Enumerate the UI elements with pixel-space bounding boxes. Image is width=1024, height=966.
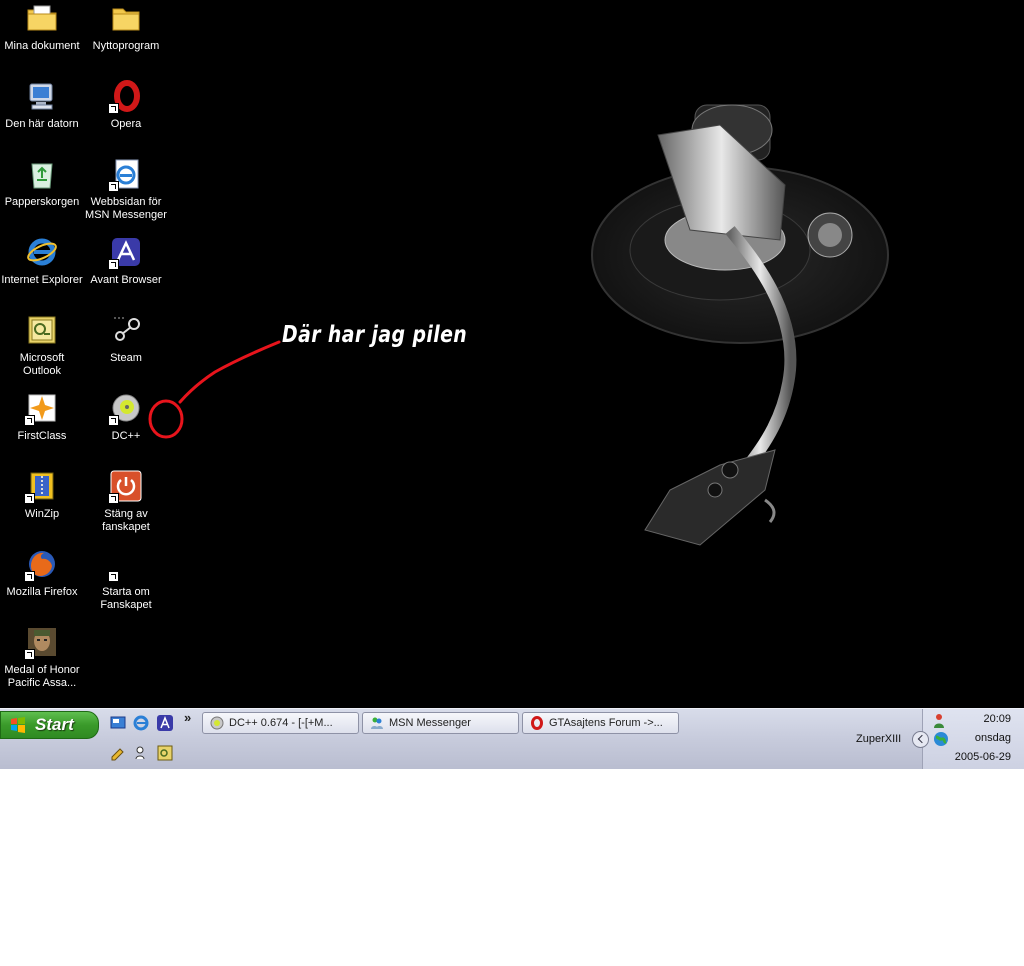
task-button-gtasajtens-forum[interactable]: GTAsajtens Forum ->... (522, 712, 679, 734)
desktop-icon-starta-om[interactable]: Starta om Fanskapet (84, 548, 168, 612)
tray-expand-icon[interactable] (912, 731, 929, 748)
desktop-icon-winzip[interactable]: WinZip (0, 470, 84, 521)
shortcut-arrow-icon (24, 571, 35, 582)
desktop-icon-stang-av[interactable]: Stäng av fanskapet (84, 470, 168, 534)
messenger-buddy-icon[interactable] (133, 745, 149, 761)
show-desktop-icon[interactable] (110, 715, 126, 731)
desktop-icon-mozilla-firefox[interactable]: Mozilla Firefox (0, 548, 84, 599)
task-label: GTAsajtens Forum ->... (549, 717, 663, 729)
winzip-icon (24, 470, 58, 504)
power-off-icon (108, 470, 142, 504)
network-globe-icon[interactable] (933, 731, 949, 747)
start-button[interactable]: Start (0, 711, 99, 739)
outlook-icon[interactable] (157, 745, 173, 761)
taskbar: Start » DC++ 0.674 - [-[+M... MSN Messen… (0, 708, 1024, 769)
clock-time[interactable]: 20:09 (983, 713, 1011, 725)
firefox-icon (24, 548, 58, 582)
annotation-arrow (148, 340, 281, 439)
start-label: Start (35, 715, 74, 734)
desktop: Mina dokument Den här datorn Papperskorg… (0, 0, 1024, 708)
desktop-icon-label: Starta om Fanskapet (100, 586, 152, 611)
system-tray: 20:09 onsdag 2005-06-29 (912, 709, 1024, 769)
internet-explorer-icon[interactable] (133, 715, 149, 731)
desktop-icon-label: Medal of Honor Pacific Assa... (4, 664, 80, 689)
task-button-dcpp[interactable]: DC++ 0.674 - [-[+M... (202, 712, 359, 734)
pencil-icon[interactable] (110, 745, 126, 761)
msn-status-icon[interactable] (933, 713, 949, 729)
desktop-icon-label: WinZip (24, 508, 60, 520)
task-button-msn-messenger[interactable]: MSN Messenger (362, 712, 519, 734)
restart-shortcut-icon (108, 548, 142, 582)
toolbar-user-label: ZuperXIII (856, 733, 902, 745)
task-label: DC++ 0.674 - [-[+M... (229, 717, 333, 729)
shortcut-arrow-icon (108, 493, 119, 504)
turntable-wallpaper (591, 104, 889, 546)
shortcut-arrow-icon (108, 571, 119, 582)
dcpp-icon (210, 716, 224, 730)
medal-of-honor-icon (24, 626, 58, 660)
clock-day[interactable]: onsdag (975, 732, 1011, 744)
msn-buddy-icon (371, 717, 383, 729)
windows-logo-icon (11, 717, 25, 733)
quicklaunch-overflow-button[interactable]: » (184, 710, 191, 725)
shortcut-arrow-icon (24, 493, 35, 504)
shortcut-arrow-icon (24, 649, 35, 660)
opera-icon (531, 716, 543, 730)
avant-browser-icon[interactable] (157, 715, 173, 731)
desktop-icon-label: Stäng av fanskapet (102, 508, 150, 533)
annotation-text: Där har jag pilen (282, 322, 468, 348)
desktop-icon-label: Mozilla Firefox (6, 586, 78, 598)
clock-date[interactable]: 2005-06-29 (955, 751, 1011, 763)
desktop-icon-medal-of-honor[interactable]: Medal of Honor Pacific Assa... (0, 626, 84, 690)
task-label: MSN Messenger (389, 717, 471, 729)
